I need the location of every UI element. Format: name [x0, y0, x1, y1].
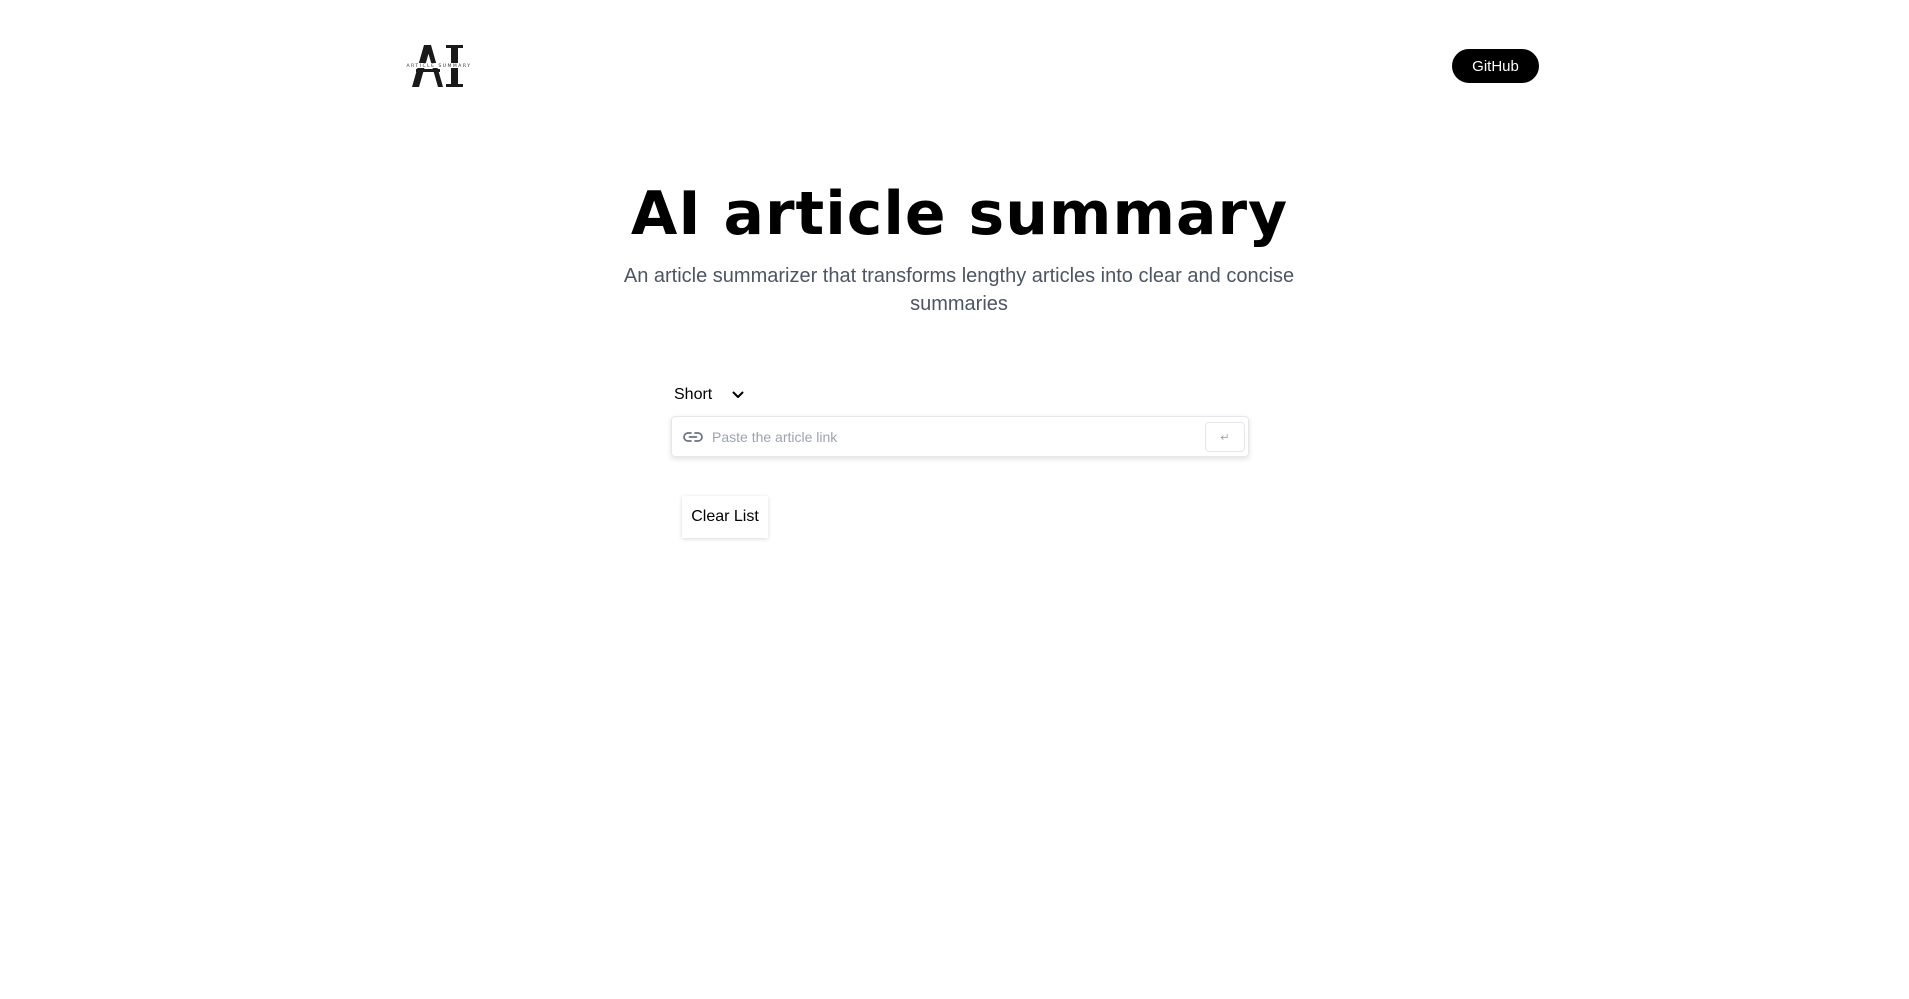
chevron-down-icon: [732, 391, 744, 398]
logo-text: ARTICLE SUMMARY: [407, 63, 472, 69]
clear-list-button[interactable]: Clear List: [682, 496, 768, 538]
submit-button[interactable]: ↵: [1205, 422, 1245, 452]
summary-length-select[interactable]: Short: [674, 384, 744, 406]
summary-length-value: Short: [674, 386, 713, 403]
article-url-input[interactable]: [712, 425, 1192, 449]
logo: ARTICLE SUMMARY: [398, 43, 480, 89]
logo-mark-icon: ARTICLE SUMMARY: [398, 45, 480, 87]
page-title: AI article summary: [630, 179, 1289, 249]
github-button[interactable]: GitHub: [1452, 49, 1539, 83]
link-icon: [683, 429, 703, 445]
page-description: An article summarizer that transforms le…: [623, 265, 1295, 315]
enter-icon: ↵: [1220, 431, 1230, 444]
page: ARTICLE SUMMARY GitHub AI article summar…: [0, 0, 1909, 999]
article-url-form: ↵: [671, 416, 1249, 457]
